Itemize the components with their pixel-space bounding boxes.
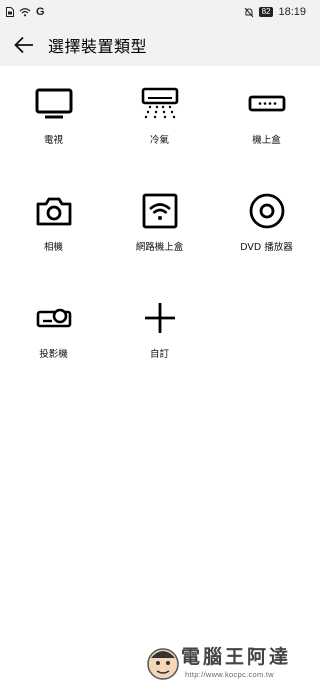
projector-icon [36, 308, 71, 328]
device-tile-dvd-player[interactable]: DVD 播放器 [213, 173, 320, 280]
watermark-url: http://www.kocpc.com.tw [185, 670, 275, 679]
air-conditioner-icon-wrap [140, 84, 180, 124]
device-label: 冷氣 [149, 135, 169, 146]
device-label: 相機 [43, 242, 63, 253]
clock: 18:19 [278, 6, 306, 18]
device-tile-custom[interactable]: 自訂 [106, 280, 213, 387]
air-conditioner-icon [141, 87, 178, 119]
arrow-left-icon [14, 36, 33, 54]
network-box-icon [142, 193, 177, 229]
mute-bell-icon [244, 7, 253, 17]
mascot-icon [147, 648, 179, 680]
camera-icon-wrap [34, 191, 74, 231]
device-tile-air-conditioner[interactable]: 冷氣 [106, 66, 213, 173]
tv-icon-wrap [34, 84, 74, 124]
status-bar: G 82 18:19 [0, 0, 320, 24]
device-label: DVD 播放器 [240, 242, 293, 253]
sim-card-icon [6, 7, 14, 17]
dvd-player-icon [249, 193, 284, 229]
device-tile-set-top-box[interactable]: 機上盒 [213, 66, 320, 173]
device-label: 機上盒 [252, 135, 281, 146]
watermark-text: 電腦王阿達 [181, 646, 292, 668]
device-label: 投影機 [39, 349, 68, 360]
device-label: 自訂 [149, 349, 169, 360]
device-tile-projector[interactable]: 投影機 [0, 280, 107, 387]
page-title: 選擇裝置類型 [48, 37, 148, 56]
carrier-indicator: G [36, 6, 45, 18]
set-top-box-icon-wrap [247, 84, 287, 124]
wifi-status-icon [19, 8, 31, 17]
watermark: 電腦王阿達 http://www.kocpc.com.tw [145, 642, 315, 688]
plus-icon [144, 303, 175, 333]
back-button[interactable] [12, 33, 36, 57]
projector-icon-wrap [34, 298, 74, 338]
battery-indicator: 82 [258, 7, 274, 17]
status-left: G [6, 6, 45, 18]
camera-icon [36, 197, 71, 226]
plus-icon-wrap [140, 298, 180, 338]
device-tile-tv[interactable]: 電視 [0, 66, 107, 173]
set-top-box-icon [248, 95, 285, 112]
network-box-icon-wrap [140, 191, 180, 231]
tv-icon [35, 88, 72, 119]
dvd-player-icon-wrap [247, 191, 287, 231]
device-label: 電視 [43, 135, 63, 146]
status-right: 82 18:19 [244, 6, 306, 18]
app-bar: 選擇裝置類型 [0, 24, 320, 66]
device-tile-camera[interactable]: 相機 [0, 173, 107, 280]
device-tile-network-box[interactable]: 網路機上盒 [106, 173, 213, 280]
device-label: 網路機上盒 [135, 242, 184, 253]
